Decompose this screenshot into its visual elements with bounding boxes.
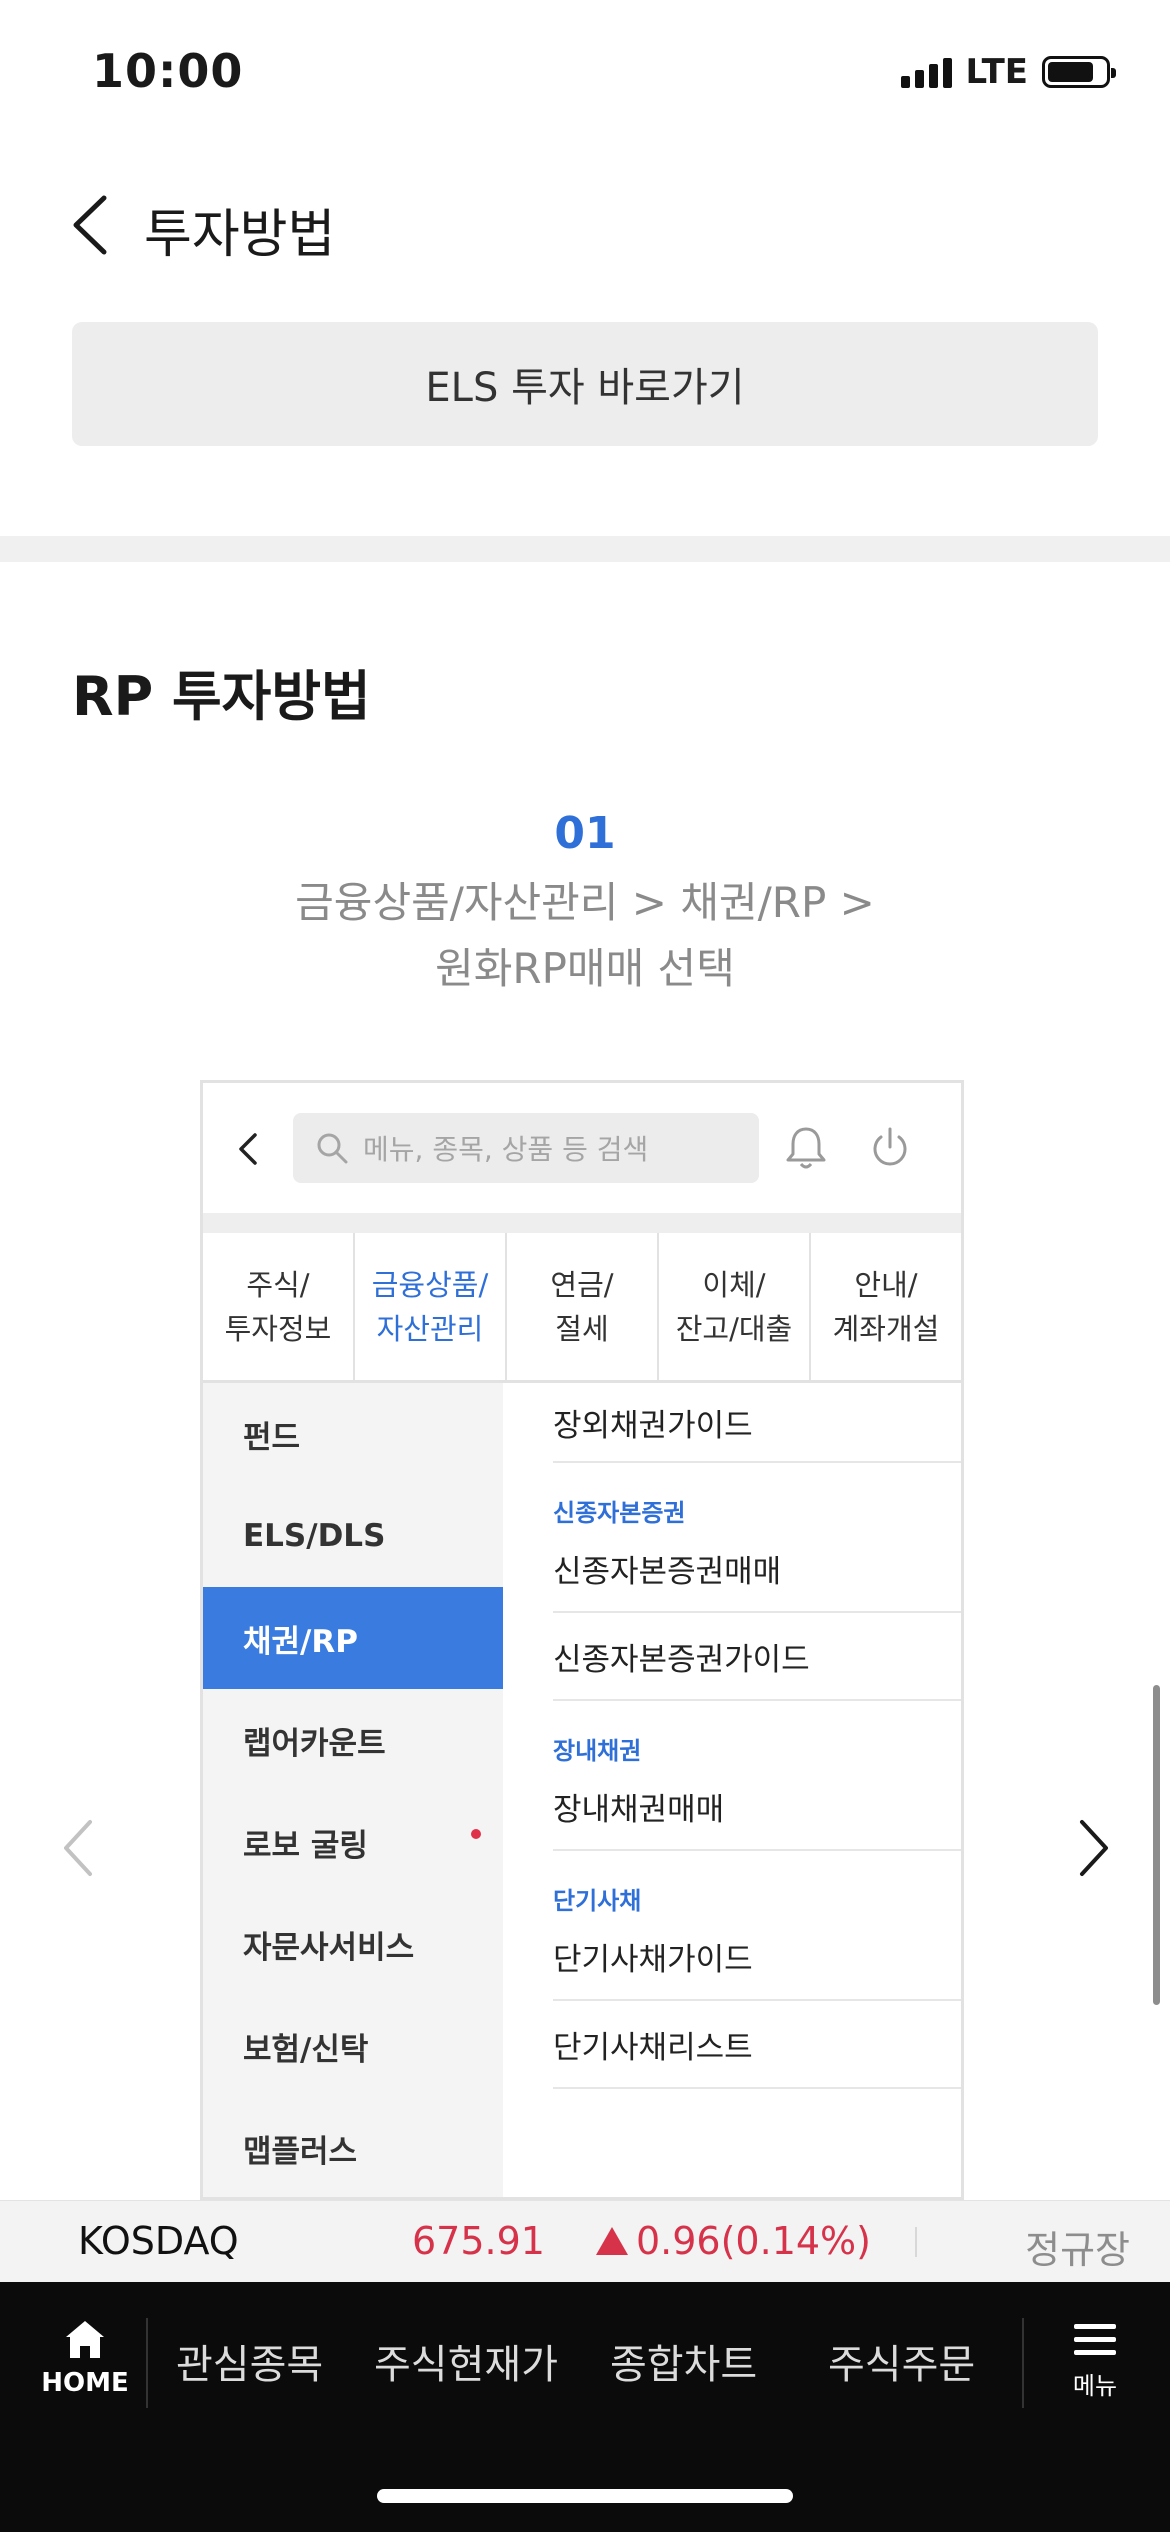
mockup-submenu-item: 단기사채리스트 <box>553 2001 961 2089</box>
mockup-tab-transfer: 이체/ 잔고/대출 <box>659 1233 811 1380</box>
network-label: LTE <box>965 52 1028 92</box>
nav-chart[interactable]: 종합차트 <box>610 2332 757 2390</box>
mockup-submenu-item: 장내채권매매 <box>553 1763 961 1851</box>
mockup-menu-item: 맵플러스 <box>243 2133 358 2170</box>
guide-screenshot: 메뉴, 종목, 상품 등 검색 주식/ 투자정보 금융상품/ 자산관리 연금/ … <box>200 1080 964 2200</box>
els-shortcut-button[interactable]: ELS 투자 바로가기 <box>72 322 1098 446</box>
carousel-next-button[interactable] <box>1072 1812 1118 1884</box>
mockup-menu-item: 로보 굴링 <box>203 1791 503 1893</box>
status-bar: 10:00 LTE <box>0 0 1170 150</box>
mockup-submenu-item: 장외채권가이드 <box>553 1383 961 1463</box>
step-desc-line1: 금융상품/자산관리 > 채권/RP > <box>295 878 875 927</box>
mockup-submenu-category: 장내채권 <box>553 1737 642 1765</box>
mockup-gap <box>203 1213 961 1233</box>
page-title: 투자방법 <box>144 205 336 265</box>
nav-menu-button[interactable]: 메뉴 <box>1060 2320 1130 2420</box>
hamburger-menu-icon <box>1074 2324 1116 2355</box>
mockup-menu-item: 자문사서비스 <box>243 1929 415 1966</box>
step-desc-line2: 원화RP매매 선택 <box>435 944 735 993</box>
mockup-menu-item: ELS/DLS <box>243 1518 386 1554</box>
ticker-index-name: KOSDAQ <box>78 2219 239 2263</box>
up-arrow-icon <box>596 2227 628 2255</box>
nav-divider <box>1022 2318 1024 2408</box>
nav-menu-label: 메뉴 <box>1072 2372 1118 2400</box>
section-title: RP 투자방법 <box>72 665 371 728</box>
page-header: 투자방법 <box>0 170 1170 280</box>
ticker-change: 0.96(0.14%) <box>596 2219 871 2263</box>
mockup-submenu-item: 신종자본증권매매 <box>553 1525 961 1613</box>
mockup-submenu-category: 신종자본증권 <box>553 1499 686 1527</box>
new-badge-dot <box>471 1829 481 1839</box>
mockup-menu-item-label: 로보 굴링 <box>243 1827 368 1864</box>
mockup-menu-item: 랩어카운트 <box>243 1725 386 1762</box>
step-number: 01 <box>554 808 616 859</box>
nav-home-label: HOME <box>41 2368 129 2398</box>
nav-watchlist[interactable]: 관심종목 <box>176 2332 323 2390</box>
battery-icon <box>1042 56 1116 88</box>
nav-order[interactable]: 주식주문 <box>828 2332 975 2390</box>
chevron-left-icon <box>64 1820 92 1876</box>
mockup-tab-financial-products: 금융상품/ 자산관리 <box>355 1233 507 1380</box>
nav-current-price[interactable]: 주식현재가 <box>374 2332 558 2390</box>
search-icon <box>317 1133 348 1164</box>
chevron-right-icon <box>1080 1820 1108 1876</box>
mockup-submenu-item: 단기사채가이드 <box>553 1913 961 2001</box>
section-divider <box>0 536 1170 562</box>
chevron-left-icon <box>73 195 107 255</box>
nav-home-button[interactable]: HOME <box>30 2318 140 2418</box>
mockup-search-placeholder: 메뉴, 종목, 상품 등 검색 <box>363 1133 649 1166</box>
home-indicator[interactable] <box>377 2489 793 2503</box>
mockup-tab-pension: 연금/ 절세 <box>507 1233 659 1380</box>
mockup-search-box: 메뉴, 종목, 상품 등 검색 <box>293 1113 759 1183</box>
signal-icon <box>900 56 952 88</box>
mockup-back-icon <box>233 1129 263 1169</box>
mockup-submenu-item: 신종자본증권가이드 <box>553 1613 961 1701</box>
mockup-top-bar: 메뉴, 종목, 상품 등 검색 <box>203 1083 961 1213</box>
back-button[interactable] <box>64 190 124 260</box>
mockup-submenu-category: 단기사채 <box>553 1887 642 1915</box>
ticker-index-value: 675.91 <box>412 2219 545 2263</box>
ticker-change-value: 0.96(0.14%) <box>636 2219 871 2263</box>
market-ticker[interactable]: KOSDAQ 675.91 0.96(0.14%) 정규장 <box>0 2200 1170 2282</box>
ticker-divider <box>915 2227 917 2257</box>
step-description: 금융상품/자산관리 > 채권/RP > 원화RP매매 선택 <box>0 870 1170 1002</box>
mockup-left-menu: 펀드 ELS/DLS 채권/RP 랩어카운트 로보 굴링 자문사서비스 보험/신… <box>203 1383 503 2197</box>
mockup-tab-guide: 안내/ 계좌개설 <box>832 1267 940 1346</box>
mockup-tab-stocks: 주식/ 투자정보 <box>203 1233 355 1380</box>
mockup-tabs: 주식/ 투자정보 금융상품/ 자산관리 연금/ 절세 이체/ 잔고/대출 안내/… <box>203 1233 961 1383</box>
status-indicators: LTE <box>900 52 1116 92</box>
mockup-menu-item: 보험/신탁 <box>243 2031 369 2068</box>
bell-icon <box>783 1123 829 1173</box>
nav-divider <box>146 2318 148 2408</box>
mockup-menu-item: 펀드 <box>243 1419 301 1456</box>
scrollbar[interactable] <box>1153 1685 1160 2005</box>
home-icon <box>66 2321 104 2358</box>
mockup-menu-item-active: 채권/RP <box>203 1587 503 1689</box>
power-icon <box>867 1123 913 1173</box>
mockup-submenu: 장외채권가이드 신종자본증권 신종자본증권매매 신종자본증권가이드 장내채권 장… <box>503 1383 961 2197</box>
carousel-prev-button[interactable] <box>54 1812 100 1884</box>
status-time: 10:00 <box>92 44 244 98</box>
market-status: 정규장 <box>1025 2228 1130 2272</box>
